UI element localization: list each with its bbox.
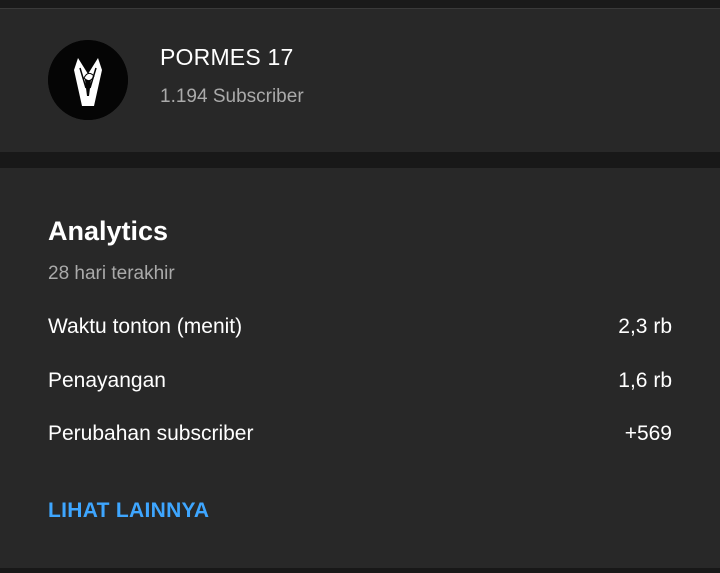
metric-value: +569 [624, 422, 672, 445]
see-more-button[interactable]: LIHAT LAINNYA [48, 499, 209, 523]
channel-card[interactable]: PORMES 17 1.194 Subscriber [0, 9, 720, 152]
tuxedo-figure-icon [48, 40, 128, 120]
metric-value: 1,6 rb [618, 369, 672, 392]
analytics-period: 28 hari terakhir [48, 263, 175, 284]
analytics-title: Analytics [48, 216, 169, 246]
channel-avatar[interactable] [48, 40, 128, 120]
subscriber-count: 1.194 Subscriber [160, 86, 304, 107]
metric-label: Perubahan subscriber [48, 422, 254, 445]
metric-value: 2,3 rb [618, 315, 672, 338]
bottom-divider [0, 568, 720, 573]
section-divider [0, 152, 720, 168]
metric-row-watch-time: Waktu tonton (menit) 2,3 rb [48, 315, 672, 345]
metric-row-subscriber-change: Perubahan subscriber +569 [48, 422, 672, 452]
top-divider [0, 0, 720, 9]
analytics-card: Analytics 28 hari terakhir Waktu tonton … [0, 168, 720, 568]
metric-label: Penayangan [48, 369, 166, 392]
metric-row-views: Penayangan 1,6 rb [48, 369, 672, 399]
channel-name[interactable]: PORMES 17 [160, 44, 293, 71]
metric-label: Waktu tonton (menit) [48, 315, 243, 338]
